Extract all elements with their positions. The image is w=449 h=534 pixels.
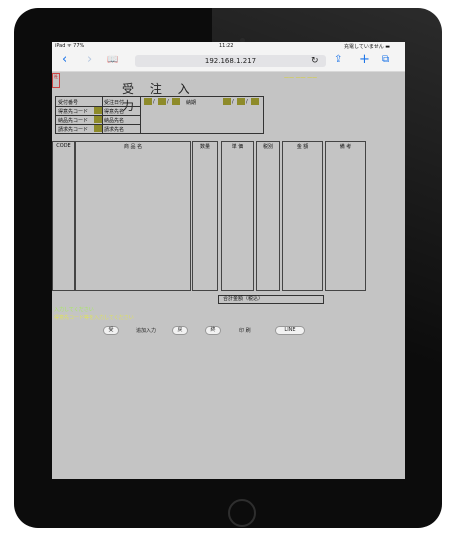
product-column[interactable]: 商 品 名 [75, 141, 191, 291]
receipt-no-label: 受付番号 [58, 100, 79, 106]
url-text: 192.168.1.217 [204, 57, 257, 65]
order-lines-table: CODE 商 品 名 数量 単 価 税別 金 額 備 考 [52, 141, 366, 291]
customer-code-label: 得意先コード [58, 109, 89, 115]
message-line-2: 得意先コード等を入力してください [54, 315, 134, 321]
unit-price-header: 単 価 [231, 144, 244, 150]
share-icon[interactable]: ⇪ [334, 53, 342, 67]
delivery-year-input[interactable] [223, 98, 231, 105]
amount-column[interactable]: 金 額 [282, 141, 323, 291]
order-day-input[interactable] [172, 98, 180, 105]
customer-name-label: 得意先名 [104, 109, 125, 115]
amount-header: 金 額 [296, 144, 309, 150]
order-entry-page: 社 受 注 入 力 —— —— —— 受付番号 得意先コード 納品先コード 請求… [52, 72, 405, 479]
status-left: iPad ᯤ 77% [55, 43, 85, 49]
total-amount-box: 合計金額（税込） [218, 295, 324, 304]
line-button[interactable]: LINE [275, 326, 305, 335]
status-time: 11:22 [219, 43, 234, 49]
reload-icon[interactable]: ↻ [311, 55, 319, 67]
print-button[interactable]: 印 刷 [239, 327, 251, 334]
quantity-column[interactable]: 数量 [192, 141, 218, 291]
address-bar[interactable]: 192.168.1.217 [135, 55, 326, 67]
delivery-code-label: 納品先コード [58, 118, 89, 124]
quantity-header: 数量 [199, 144, 210, 150]
home-button[interactable] [228, 499, 256, 527]
date-separator: / [167, 99, 169, 105]
end-button[interactable]: 終 [205, 326, 221, 335]
date-separator: / [246, 99, 248, 105]
back-icon[interactable]: ‹ [62, 53, 67, 67]
forward-icon[interactable]: › [87, 53, 92, 67]
browser-toolbar: ‹ › 📖 192.168.1.217 ↻ ⇪ + ⧉ [52, 51, 405, 72]
order-header: 受付番号 得意先コード 納品先コード 請求先コード 受注日付 得意先名 納品先名… [55, 96, 264, 134]
billing-code-input[interactable] [94, 125, 102, 132]
message-line-1: 入力してください [54, 307, 94, 313]
order-month-input[interactable] [158, 98, 166, 105]
total-label: 合計金額（税込） [223, 296, 264, 302]
notes-column[interactable]: 備 考 [325, 141, 366, 291]
order-year-input[interactable] [144, 98, 152, 105]
unit-price-column[interactable]: 単 価 [221, 141, 254, 291]
status-right: 充電していません ▬ [344, 44, 391, 50]
delivery-month-input[interactable] [237, 98, 245, 105]
browser-screen: iPad ᯤ 77% 11:22 充電していません ▬ ‹ › 📖 192.16… [52, 42, 405, 479]
delivery-day-input[interactable] [251, 98, 259, 105]
tax-header: 税別 [262, 144, 273, 150]
tax-column[interactable]: 税別 [256, 141, 280, 291]
add-entry-button[interactable]: 追加入力 [136, 327, 156, 334]
delivery-name-label: 納品先名 [104, 118, 125, 124]
date-separator: / [153, 99, 155, 105]
product-header: 商 品 名 [123, 144, 143, 150]
customer-code-input[interactable] [94, 107, 102, 114]
billing-code-label: 請求先コード [58, 127, 89, 133]
order-date-label: 受注日付 [104, 100, 125, 106]
company-logo: 社 [52, 73, 60, 88]
notes-header: 備 考 [339, 144, 352, 150]
new-tab-icon[interactable]: + [359, 53, 370, 67]
code-column[interactable]: CODE [52, 141, 75, 291]
code-header: CODE [56, 143, 71, 149]
top-right-text: —— —— —— [284, 75, 318, 81]
tabs-icon[interactable]: ⧉ [382, 53, 389, 67]
delivery-date-label: 納期 [186, 100, 197, 106]
date-separator: / [232, 99, 234, 105]
billing-name-label: 請求先名 [104, 127, 125, 133]
bookmarks-icon[interactable]: 📖 [107, 53, 118, 67]
back-button[interactable]: 戻 [172, 326, 188, 335]
status-bar: iPad ᯤ 77% 11:22 充電していません ▬ [52, 42, 405, 51]
receive-button[interactable]: 受 [103, 326, 119, 335]
delivery-code-input[interactable] [94, 116, 102, 123]
